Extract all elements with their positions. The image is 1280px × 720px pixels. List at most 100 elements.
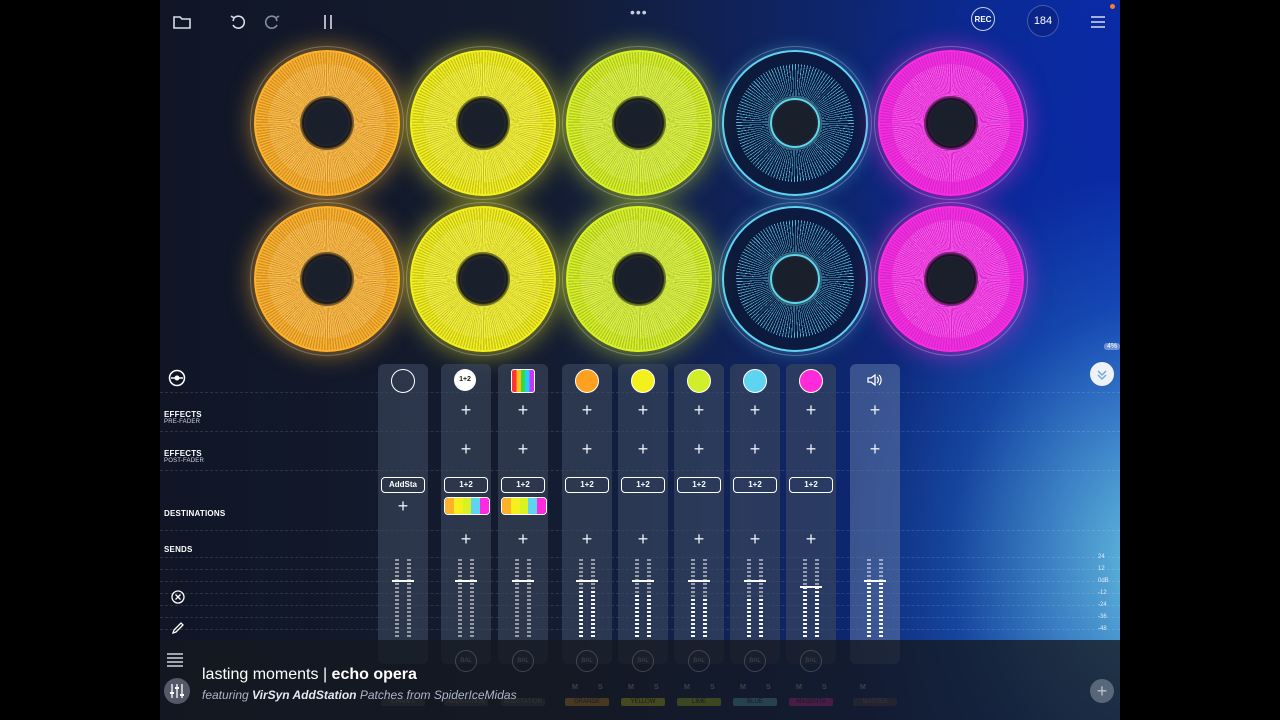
add-send-button[interactable]: + <box>618 530 668 548</box>
loop-color-group-bar[interactable] <box>444 497 490 515</box>
destination-pill[interactable]: 1+2 <box>789 477 833 493</box>
destination-pill[interactable]: 1+2 <box>444 477 488 493</box>
speaker-icon[interactable] <box>863 369 885 391</box>
color-swatch-yellow[interactable] <box>631 369 655 393</box>
add-post-fader-effect-button[interactable]: + <box>618 440 668 458</box>
loop-magenta-top[interactable] <box>874 46 1028 200</box>
volume-fader-handle[interactable] <box>632 580 654 582</box>
effects-post-fader-label: EFFECTS POST-FADER <box>164 449 205 464</box>
volume-fader-handle[interactable] <box>392 580 414 582</box>
level-meter-fill <box>867 583 871 639</box>
level-meter <box>458 559 462 639</box>
volume-fader-handle[interactable] <box>576 580 598 582</box>
db-scale-tick: 0dB <box>1098 578 1109 584</box>
add-send-button[interactable]: + <box>562 530 612 548</box>
level-meter <box>527 559 531 639</box>
destination-pill[interactable]: AddSta <box>381 477 425 493</box>
destination-pill[interactable]: 1+2 <box>621 477 665 493</box>
add-post-fader-effect-button[interactable]: + <box>730 440 780 458</box>
volume-fader-handle[interactable] <box>688 580 710 582</box>
status-dot <box>1110 4 1115 9</box>
add-post-fader-effect-button[interactable]: + <box>498 440 548 458</box>
list-icon[interactable] <box>166 652 184 673</box>
add-pre-fader-effect-button[interactable]: + <box>562 401 612 419</box>
level-meter <box>515 559 519 639</box>
add-button[interactable]: + <box>1090 679 1114 703</box>
destination-pill[interactable]: 1+2 <box>501 477 545 493</box>
add-send-button[interactable]: + <box>441 530 491 548</box>
loop-yellow-bottom[interactable] <box>406 202 560 356</box>
level-meter-fill <box>879 583 883 639</box>
add-destination-button[interactable]: + <box>378 497 428 515</box>
loop-magenta-bottom[interactable] <box>874 202 1028 356</box>
add-post-fader-effect-button[interactable]: + <box>786 440 836 458</box>
loop-lime-top[interactable] <box>562 46 716 200</box>
db-scale-tick: -24 <box>1098 602 1107 608</box>
loopy-pro-window: ••• REC 184 EFFECTS PRE-FADER EFFECTS POST… <box>160 0 1120 720</box>
add-pre-fader-effect-button[interactable]: + <box>674 401 724 419</box>
hamburger-menu-icon[interactable] <box>1088 8 1108 36</box>
add-pre-fader-effect-button[interactable]: + <box>441 401 491 419</box>
add-post-fader-effect-button[interactable]: + <box>850 440 900 458</box>
featuring-line: featuring VirSyn AddStation Patches from… <box>202 688 517 702</box>
pause-icon[interactable] <box>320 8 336 36</box>
tempo-bpm-button[interactable]: 184 <box>1027 5 1059 37</box>
volume-fader-handle[interactable] <box>512 580 534 582</box>
redo-icon[interactable] <box>262 8 282 36</box>
db-scale-tick: 24 <box>1098 554 1105 560</box>
chevron-double-down-icon <box>1097 370 1107 381</box>
collapse-mixer-button[interactable] <box>1090 362 1114 386</box>
folder-icon[interactable] <box>172 8 192 36</box>
add-send-button[interactable]: + <box>730 530 780 548</box>
color-swatch-orange[interactable] <box>575 369 599 393</box>
channel-strip-chain-1: +AddStaCHAIN 1 <box>378 364 428 706</box>
loop-blue-bottom[interactable] <box>718 202 872 356</box>
add-post-fader-effect-button[interactable]: + <box>441 440 491 458</box>
db-scale-tick: -12 <box>1098 590 1107 596</box>
add-post-fader-effect-button[interactable]: + <box>562 440 612 458</box>
destination-pill[interactable]: 1+2 <box>733 477 777 493</box>
level-meter-fill <box>747 599 751 639</box>
loop-color-group-bar[interactable] <box>501 497 547 515</box>
channel-strip-addstation: 1+2+++1+2BALADDSTATION <box>441 364 491 706</box>
addstation-icon[interactable] <box>511 369 535 393</box>
loop-orange-top[interactable] <box>250 46 404 200</box>
undo-icon[interactable] <box>228 8 248 36</box>
mixer-mode-icon[interactable] <box>168 369 186 392</box>
color-swatch-blue[interactable] <box>743 369 767 393</box>
loop-orange-bottom[interactable] <box>250 202 404 356</box>
volume-fader-handle[interactable] <box>744 580 766 582</box>
db-scale-tick: -48 <box>1098 626 1107 632</box>
add-pre-fader-effect-button[interactable]: + <box>786 401 836 419</box>
record-button[interactable]: REC <box>971 7 995 31</box>
add-send-button[interactable]: + <box>786 530 836 548</box>
color-swatch-magenta[interactable] <box>799 369 823 393</box>
loop-yellow-top[interactable] <box>406 46 560 200</box>
level-meter-fill <box>635 595 639 639</box>
add-pre-fader-effect-button[interactable]: + <box>850 401 900 419</box>
loop-blue-top[interactable] <box>718 46 872 200</box>
level-meter-fill <box>803 587 807 639</box>
add-pre-fader-effect-button[interactable]: + <box>618 401 668 419</box>
add-pre-fader-effect-button[interactable]: + <box>730 401 780 419</box>
remove-icon[interactable] <box>171 590 185 609</box>
destination-pill[interactable]: 1+2 <box>565 477 609 493</box>
add-pre-fader-effect-button[interactable]: + <box>498 401 548 419</box>
more-menu-dots[interactable]: ••• <box>630 4 648 20</box>
destination-pill[interactable]: 1+2 <box>677 477 721 493</box>
color-swatch-lime[interactable] <box>687 369 711 393</box>
pencil-edit-icon[interactable] <box>171 621 185 640</box>
add-send-button[interactable]: + <box>498 530 548 548</box>
level-meter-fill <box>591 591 595 639</box>
cpu-percent-badge: 4% <box>1104 343 1120 350</box>
destinations-label: DESTINATIONS <box>164 509 226 518</box>
volume-fader-handle[interactable] <box>864 580 886 582</box>
volume-fader-handle[interactable] <box>455 580 477 582</box>
mixer-sliders-icon[interactable] <box>164 678 190 704</box>
add-send-button[interactable]: + <box>674 530 724 548</box>
loop-lime-bottom[interactable] <box>562 202 716 356</box>
input-channel-badge[interactable]: 1+2 <box>454 369 476 391</box>
add-post-fader-effect-button[interactable]: + <box>674 440 724 458</box>
dial-icon[interactable] <box>391 369 415 393</box>
volume-fader-handle[interactable] <box>800 586 822 588</box>
